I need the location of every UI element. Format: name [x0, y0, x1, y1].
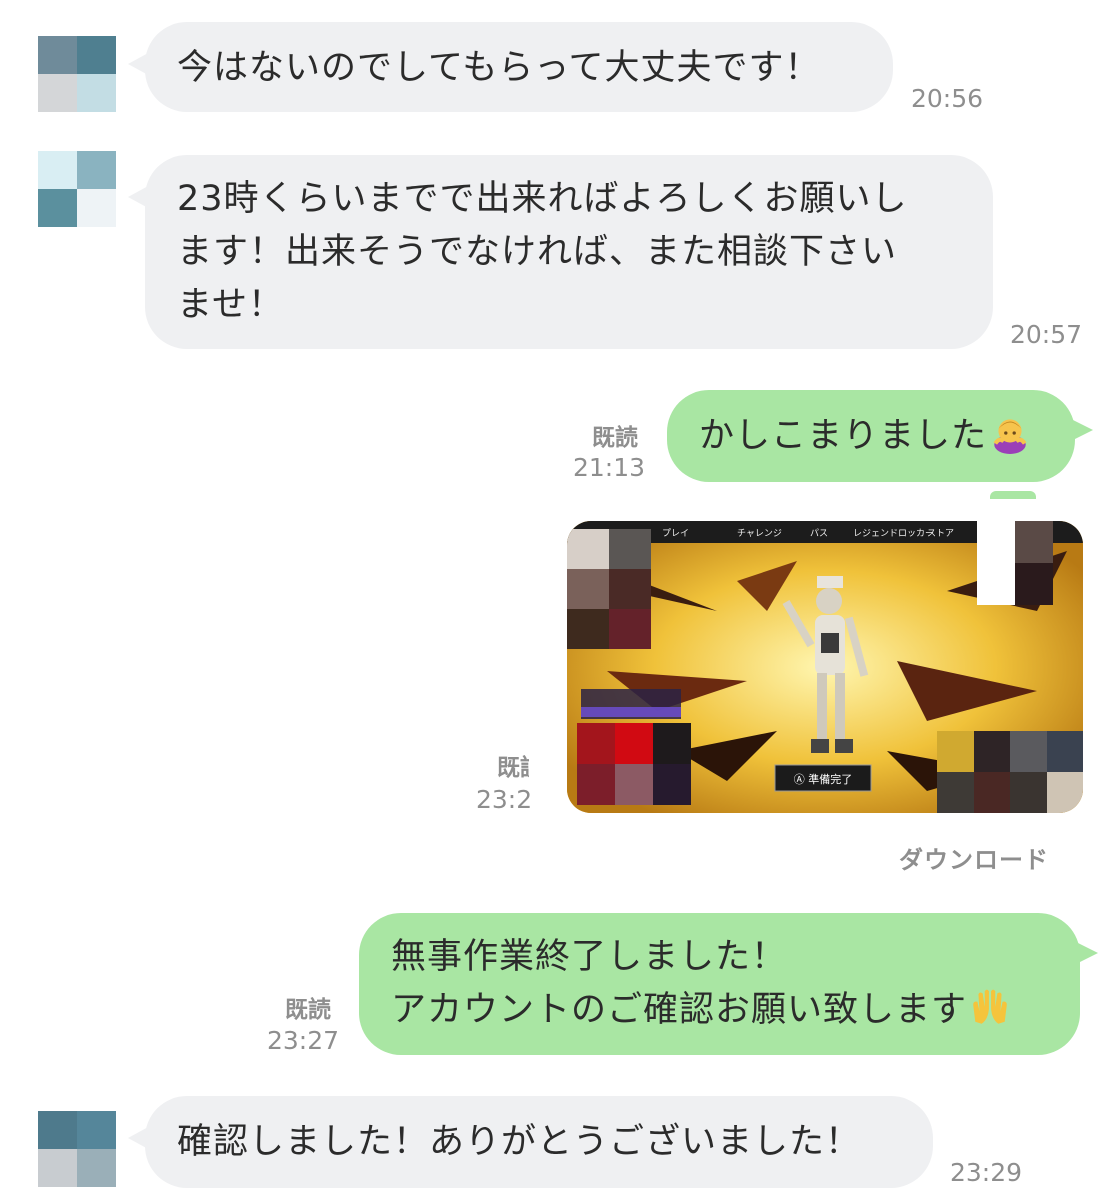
- avatar[interactable]: [38, 151, 116, 227]
- outgoing-message[interactable]: 無事作業終了しました！ アカウントのご確認お願い致します: [359, 913, 1098, 1055]
- shared-screenshot-image[interactable]: Ⓐ 準備完了 プレイ チャレンジ パス レジェンドロッカー ストア: [567, 521, 1083, 813]
- message-line: ませ！: [177, 285, 284, 325]
- censor-mosaic: [577, 723, 691, 805]
- game-tab: チャレンジ: [737, 528, 782, 539]
- censor-mosaic: [977, 521, 1053, 605]
- censor-mosaic: [937, 731, 1083, 813]
- raising-hands-icon: [969, 986, 1011, 1028]
- message-time: 20:56: [911, 84, 984, 113]
- incoming-message[interactable]: 23時くらいまでで出来ればよろしくお願いし ます！出来そうでなければ、また相談下…: [128, 155, 993, 349]
- avatar[interactable]: [38, 1111, 116, 1187]
- bowing-woman-icon: [989, 412, 1031, 454]
- message-time: 23:27: [267, 1026, 340, 1055]
- avatar[interactable]: [38, 36, 116, 112]
- game-tab: レジェンドロッカー: [853, 528, 934, 539]
- bubble-tail-hint: [990, 491, 1036, 499]
- message-line: 23時くらいまでで出来ればよろしくお願いし: [177, 179, 908, 219]
- game-tab: プレイ: [662, 528, 689, 539]
- ready-button-label: Ⓐ 準備完了: [794, 772, 853, 786]
- message-time: 20:57: [1010, 320, 1083, 349]
- message-text: 今はないのでしてもらって大丈夫です！: [177, 48, 821, 88]
- message-line: 無事作業終了しました！: [391, 937, 788, 977]
- message-line: ます！出来そうでなければ、また相談下さい: [177, 232, 898, 272]
- read-receipt: 既読: [592, 425, 638, 451]
- download-link[interactable]: ダウンロード: [899, 840, 1049, 875]
- game-tab: ストア: [927, 529, 954, 539]
- outgoing-message[interactable]: かしこまりました: [667, 390, 1093, 482]
- incoming-message[interactable]: 確認しました！ありがとうございました！: [128, 1096, 933, 1188]
- message-time: 23:2: [476, 785, 533, 814]
- message-time: 23:29: [950, 1158, 1023, 1187]
- incoming-message[interactable]: 今はないのでしてもらって大丈夫です！: [128, 22, 893, 112]
- message-text: 確認しました！ありがとうございました！: [177, 1122, 862, 1162]
- censor-mosaic: [567, 529, 651, 649]
- message-text: かしこまりました: [699, 416, 988, 456]
- game-tab: パス: [810, 528, 828, 539]
- read-receipt: 既読: [285, 997, 331, 1023]
- message-line: アカウントのご確認お願い致します: [391, 990, 968, 1030]
- read-receipt: 既読: [497, 755, 529, 781]
- message-time: 21:13: [573, 453, 646, 482]
